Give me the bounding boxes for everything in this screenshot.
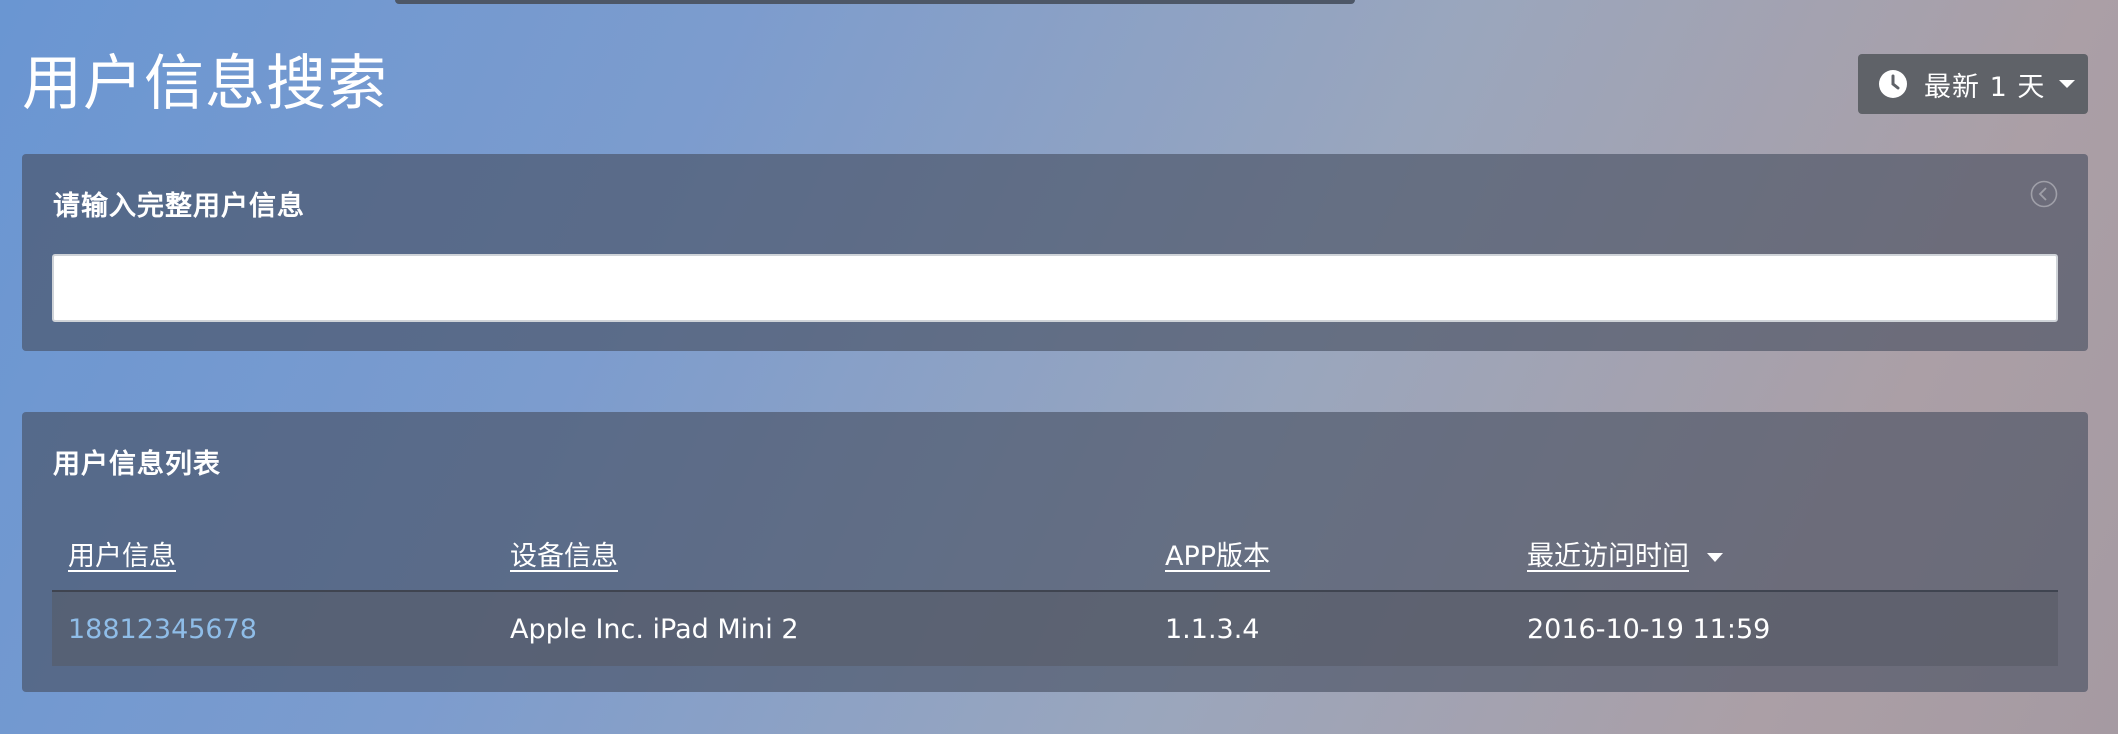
sort-caret-down-icon	[1707, 552, 1723, 562]
caret-down-icon	[2059, 80, 2076, 88]
table-header-row: 用户信息 设备信息 APP版本 最近访问时间	[52, 516, 2058, 592]
column-header-app-version[interactable]: APP版本	[1149, 516, 1511, 592]
chevron-left-circle-icon[interactable]	[2030, 180, 2058, 208]
search-panel-heading: 请输入完整用户信息	[53, 191, 305, 222]
time-range-label: 最新 1 天	[1924, 71, 2046, 103]
time-range-dropdown[interactable]: 最新 1 天	[1858, 54, 2088, 114]
column-header-last-visit[interactable]: 最近访问时间	[1511, 516, 2058, 592]
user-table: 用户信息 设备信息 APP版本 最近访问时间 18812345678 Apple…	[52, 516, 2058, 666]
user-list-panel: 用户信息列表 用户信息 设备信息 APP版本 最近访问时间 1881234567…	[22, 412, 2088, 692]
table-row: 18812345678 Apple Inc. iPad Mini 2 1.1.3…	[52, 591, 2058, 666]
cell-device: Apple Inc. iPad Mini 2	[494, 591, 1149, 666]
clock-icon	[1878, 69, 1908, 99]
search-panel: 请输入完整用户信息	[22, 154, 2088, 351]
user-search-input[interactable]	[52, 254, 2058, 322]
user-link[interactable]: 18812345678	[68, 614, 257, 645]
page-title: 用户信息搜索	[22, 49, 388, 119]
cell-user: 18812345678	[52, 591, 494, 666]
top-bar	[395, 0, 1355, 4]
column-header-user[interactable]: 用户信息	[52, 516, 494, 592]
cell-last-visit: 2016-10-19 11:59	[1511, 591, 2058, 666]
column-header-device[interactable]: 设备信息	[494, 516, 1149, 592]
user-list-heading: 用户信息列表	[53, 449, 221, 480]
cell-app-version: 1.1.3.4	[1149, 591, 1511, 666]
